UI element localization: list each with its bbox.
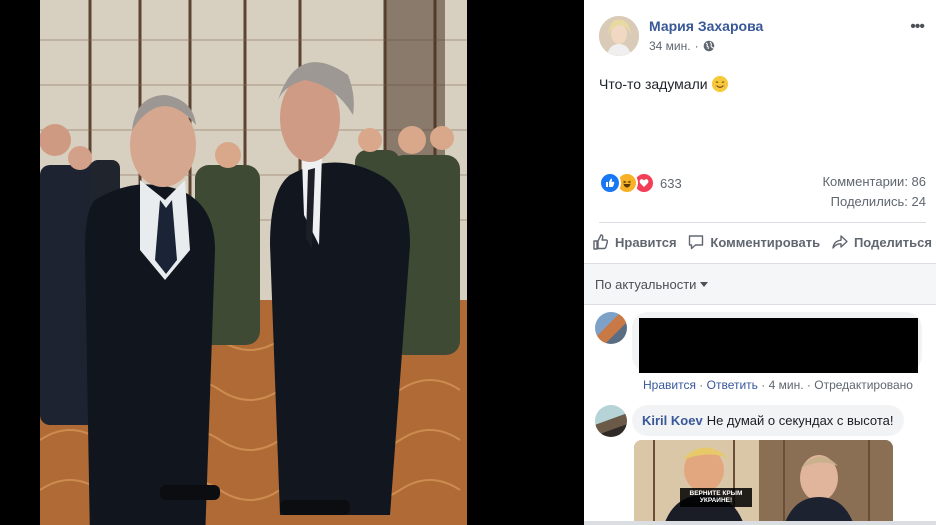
more-options-button[interactable]: ••• [910,18,925,36]
post-header: Мария Захарова 34 мин. · ••• [599,16,929,58]
share-button[interactable]: Поделиться [831,233,932,251]
comment-button[interactable]: Комментировать [687,233,820,251]
comments-sort-bar: По актуальности [584,263,936,305]
smile-emoji-icon [711,76,728,92]
post-text: Что-то задумали [599,76,728,92]
post-photo[interactable] [40,0,467,525]
comment-reply-link[interactable]: Ответить [707,378,758,392]
meta-separator: · [806,378,811,392]
author-avatar[interactable] [599,16,639,56]
meta-separator: · [699,378,704,392]
comment-edited-label[interactable]: Отредактировано [814,378,913,392]
meta-separator: · [694,39,699,53]
post-actions: Нравится Комментировать Поделиться [592,233,932,251]
commenter-avatar[interactable] [595,405,627,437]
share-icon [832,235,848,249]
sort-dropdown[interactable]: По актуальности [595,277,709,292]
meta-separator: · [761,378,766,392]
comment-icon [689,235,704,250]
reactions-summary[interactable]: 633 [599,172,682,194]
shares-count[interactable]: Поделились: 24 [831,194,926,209]
post-meta: 34 мин. · [649,39,715,53]
comment-image[interactable]: ВЕРНИТЕ КРЫМ УКРАИНЕ! [634,440,893,525]
photo-illustration [40,0,467,525]
post-time[interactable]: 34 мин. [649,39,691,53]
chevron-down-icon [700,282,709,287]
comments-count[interactable]: Комментарии: 86 [822,174,926,189]
comment-text: Не думай о секундах с высота! [706,413,894,428]
like-button[interactable]: Нравится [592,233,677,251]
reaction-count[interactable]: 633 [660,176,682,191]
thumbs-up-icon [593,234,609,250]
meme-caption: ВЕРНИТЕ КРЫМ УКРАИНЕ! [680,488,752,507]
photo-viewer [0,0,584,525]
redacted-comment-block [639,318,918,373]
like-icon [599,172,621,194]
meme-illustration [634,440,893,525]
comment-button-label: Комментировать [710,234,821,250]
sort-dropdown-label: По актуальности [595,277,697,292]
post-text-content: Что-то задумали [599,76,708,92]
comment-bubble: Kiril Koev Не думай о секундах с высота! [632,405,904,436]
post-panel: Мария Захарова 34 мин. · ••• Что-то заду… [584,0,936,525]
comment-like-link[interactable]: Нравится [643,378,696,392]
author-name[interactable]: Мария Захарова [649,18,763,34]
comment-meta: Нравится · Ответить · 4 мин. · Отредакти… [643,378,913,392]
panel-bottom-strip [584,521,936,525]
commenter-name[interactable]: Kiril Koev [642,413,703,428]
commenter-avatar[interactable] [595,312,627,344]
comment-time[interactable]: 4 мин. [769,378,804,392]
globe-icon[interactable] [703,40,715,52]
like-button-label: Нравится [615,234,677,250]
divider [599,222,926,223]
share-button-label: Поделиться [853,234,932,250]
